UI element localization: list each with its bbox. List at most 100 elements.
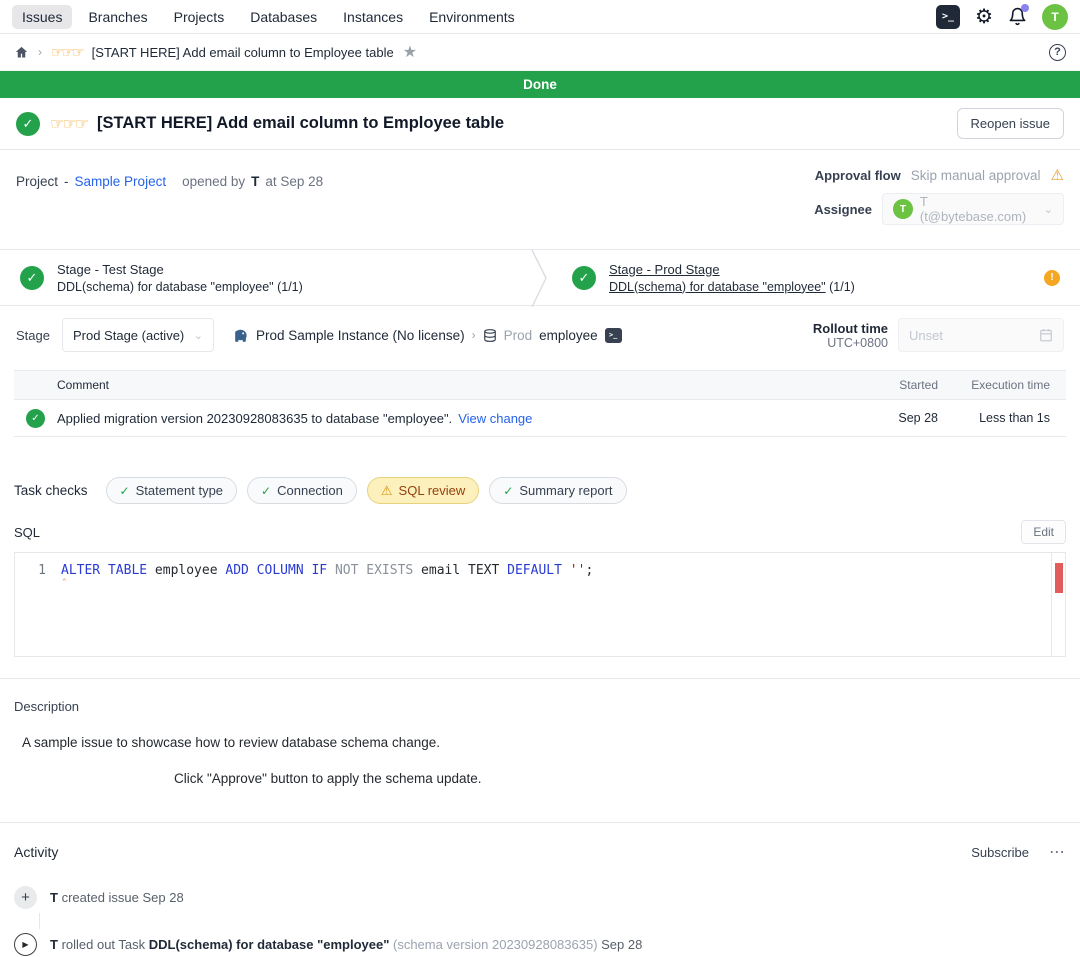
check-success-icon: ✓ [261, 484, 271, 498]
db-name-link[interactable]: employee [539, 328, 598, 343]
rollout-time-value: Unset [909, 328, 943, 343]
chevron-down-icon: ⌄ [1044, 203, 1053, 216]
sql-token: TEXT [468, 563, 507, 578]
description-text: A sample issue to showcase how to review… [22, 735, 1066, 750]
row-execution-time: Less than 1s [938, 411, 1050, 425]
view-change-link[interactable]: View change [458, 411, 532, 426]
status-banner-text: Done [523, 77, 557, 92]
calendar-icon [1039, 328, 1053, 342]
stage-cell-test[interactable]: ✓ Stage - Test Stage DDL(schema) for dat… [0, 250, 528, 305]
activity-item-rollout: ▶ T rolled out Task DDL(schema) for data… [14, 933, 1066, 956]
check-warning-icon: ⚠ [381, 483, 393, 499]
sql-token: '' [570, 563, 586, 578]
issue-title-row: ✓ ☞☞☞ [START HERE] Add email column to E… [0, 98, 1080, 150]
gear-icon[interactable]: ⚙ [975, 7, 993, 27]
stage-check-icon: ✓ [20, 266, 44, 290]
breadcrumb-title: [START HERE] Add email column to Employe… [92, 45, 394, 60]
check-pill-label: SQL review [399, 483, 466, 498]
description-text: Click "Approve" button to apply the sche… [174, 771, 1066, 786]
sql-token: email [421, 563, 468, 578]
star-icon[interactable]: ★ [403, 42, 417, 62]
stage-select[interactable]: Prod Stage (active) ⌄ [62, 318, 214, 352]
issue-done-icon: ✓ [16, 112, 40, 136]
sql-token: ALTER TABLE [61, 563, 155, 578]
activity-title: Activity [14, 844, 58, 860]
project-link[interactable]: Sample Project [75, 174, 167, 189]
activity-action: created issue [62, 890, 143, 905]
nav-item-issues[interactable]: Issues [12, 5, 72, 29]
subscribe-button[interactable]: Subscribe [971, 845, 1029, 860]
check-pill-connection[interactable]: ✓ Connection [247, 477, 357, 504]
chevron-down-icon: ⌄ [194, 329, 203, 342]
database-icon [483, 328, 497, 343]
description-label: Description [14, 699, 1066, 714]
instance-link[interactable]: Prod Sample Instance (No license) [256, 328, 465, 343]
stage-select-label: Stage [16, 328, 50, 343]
assignee-name: T (t@bytebase.com) [920, 194, 1037, 224]
stage-task-link[interactable]: DDL(schema) for database "employee" [609, 280, 826, 294]
sql-editor[interactable]: 1 ALTER TABLE employee ADD COLUMN IF NOT… [14, 552, 1066, 657]
activity-header: Activity Subscribe ⋯ [14, 842, 1066, 862]
rollout-time-block: Rollout time UTC+0800 Unset [813, 318, 1064, 352]
stage-cell-prod[interactable]: ✓ Stage - Prod Stage DDL(schema) for dat… [552, 250, 1080, 305]
sql-edit-button[interactable]: Edit [1021, 520, 1066, 544]
task-history-table: Comment Started Execution time ✓ Applied… [14, 370, 1066, 437]
check-pill-statement-type[interactable]: ✓ Statement type [106, 477, 238, 504]
help-icon[interactable]: ? [1049, 44, 1066, 61]
approval-flow-label: Approval flow [815, 168, 901, 183]
table-row: ✓ Applied migration version 202309280836… [14, 400, 1066, 437]
activity-item-created: + T created issue Sep 28 [14, 886, 1066, 909]
sql-token: DEFAULT [507, 563, 570, 578]
nav-item-databases[interactable]: Databases [240, 5, 327, 29]
line-number: 1 [15, 562, 61, 580]
editor-overview-ruler[interactable] [1051, 553, 1065, 656]
database-breadcrumb: Prod Sample Instance (No license) › Prod… [232, 327, 622, 344]
sql-token: employee [155, 563, 225, 578]
check-pill-summary-report[interactable]: ✓ Summary report [489, 477, 626, 504]
assignee-label: Assignee [814, 202, 872, 217]
nav-item-environments[interactable]: Environments [419, 5, 525, 29]
stage-alert-icon[interactable]: ! [1044, 270, 1060, 286]
notification-bell[interactable] [1008, 7, 1027, 26]
header-started: Started [868, 378, 938, 392]
nav-items: Issues Branches Projects Databases Insta… [12, 5, 525, 29]
check-pill-label: Connection [277, 483, 343, 498]
check-success-icon: ✓ [503, 484, 513, 498]
sql-label: SQL [14, 525, 40, 540]
row-comment: Applied migration version 20230928083635… [57, 411, 452, 426]
home-icon[interactable] [14, 45, 29, 60]
stage-title: Stage - Test Stage [57, 262, 303, 277]
opened-by-text: opened by [182, 174, 245, 189]
rollout-time-label: Rollout time [813, 321, 888, 336]
sql-code-area: 1 ALTER TABLE employee ADD COLUMN IF NOT… [15, 553, 1051, 656]
project-separator: - [64, 174, 69, 189]
assignee-avatar: T [893, 199, 913, 219]
sql-token: ADD COLUMN IF [225, 563, 335, 578]
activity-menu-icon[interactable]: ⋯ [1049, 842, 1066, 862]
nav-item-projects[interactable]: Projects [164, 5, 235, 29]
activity-time: Sep 28 [601, 937, 642, 952]
timeline-connector [39, 913, 40, 929]
open-sql-editor-icon[interactable]: >_ [605, 328, 622, 343]
sql-token: NOT EXISTS [335, 563, 421, 578]
sql-editor-icon[interactable]: >_ [936, 5, 960, 29]
sql-warning-marker: ˆ [61, 580, 68, 588]
nav-right: >_ ⚙ T [936, 4, 1068, 30]
assignee-select[interactable]: T T (t@bytebase.com) ⌄ [882, 193, 1064, 225]
nav-item-branches[interactable]: Branches [78, 5, 157, 29]
nav-item-instances[interactable]: Instances [333, 5, 413, 29]
activity-section: Activity Subscribe ⋯ + T created issue S… [0, 823, 1080, 957]
stage-title-link[interactable]: Stage - Prod Stage [609, 262, 855, 277]
reopen-issue-button[interactable]: Reopen issue [957, 108, 1065, 139]
activity-task: DDL(schema) for database "employee" [149, 937, 393, 952]
play-circle-icon: ▶ [14, 933, 37, 956]
rollout-timezone: UTC+0800 [813, 336, 888, 350]
user-avatar[interactable]: T [1042, 4, 1068, 30]
rollout-time-input[interactable]: Unset [898, 318, 1064, 352]
check-pill-sql-review[interactable]: ⚠ SQL review [367, 477, 479, 504]
activity-version: (schema version 20230928083635) [393, 937, 601, 952]
stage-select-value: Prod Stage (active) [73, 328, 184, 343]
opened-at-text: at Sep 28 [265, 174, 323, 189]
db-env-prefix: Prod [504, 328, 533, 343]
row-success-icon: ✓ [26, 409, 45, 428]
